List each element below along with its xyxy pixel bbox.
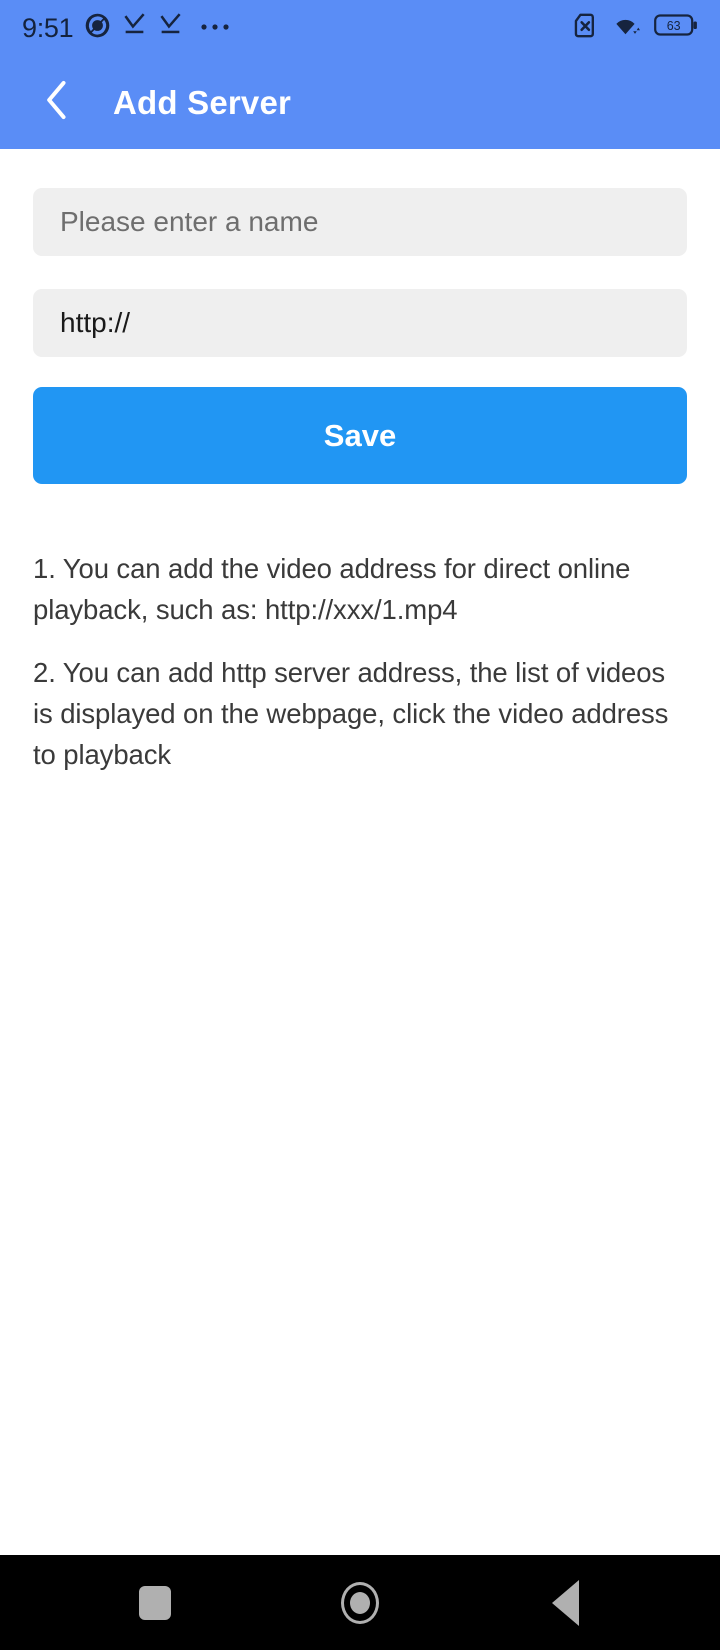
chevron-left-icon [40, 79, 74, 126]
back-button[interactable] [530, 1568, 600, 1638]
status-bar-left: 9:51 [22, 12, 230, 44]
battery-level-text: 63 [667, 19, 681, 33]
recents-button[interactable] [120, 1568, 190, 1638]
download-complete-icon [158, 13, 183, 43]
instructions-list: 1. You can add the video address for dir… [33, 548, 687, 775]
page-title: Add Server [113, 83, 292, 121]
square-icon [139, 1585, 171, 1620]
app-circle-icon [84, 12, 111, 44]
app-bar: Add Server [0, 56, 720, 149]
status-clock: 9:51 [22, 12, 74, 43]
back-navigation-button[interactable] [30, 76, 84, 130]
server-url-input[interactable] [33, 289, 687, 357]
status-bar: 9:51 63 [0, 0, 720, 56]
home-button[interactable] [325, 1568, 395, 1638]
overflow-dots-icon [200, 19, 230, 37]
download-complete-icon [122, 13, 147, 43]
battery-icon: 63 [654, 13, 700, 43]
main-content: Save 1. You can add the video address fo… [0, 149, 720, 1555]
instruction-item: 2. You can add http server address, the … [33, 657, 669, 770]
server-name-input[interactable] [33, 188, 687, 256]
save-button[interactable]: Save [33, 387, 687, 484]
wifi-icon [612, 13, 641, 43]
sim-card-missing-icon [572, 12, 599, 44]
triangle-left-icon [551, 1579, 579, 1626]
instruction-item: 1. You can add the video address for dir… [33, 553, 631, 625]
phone-screen: 9:51 63 Add Server Please enter a name h… [0, 0, 720, 1650]
circle-icon [341, 1581, 379, 1624]
status-bar-right: 63 [572, 12, 700, 44]
android-navigation-bar [0, 1555, 720, 1650]
